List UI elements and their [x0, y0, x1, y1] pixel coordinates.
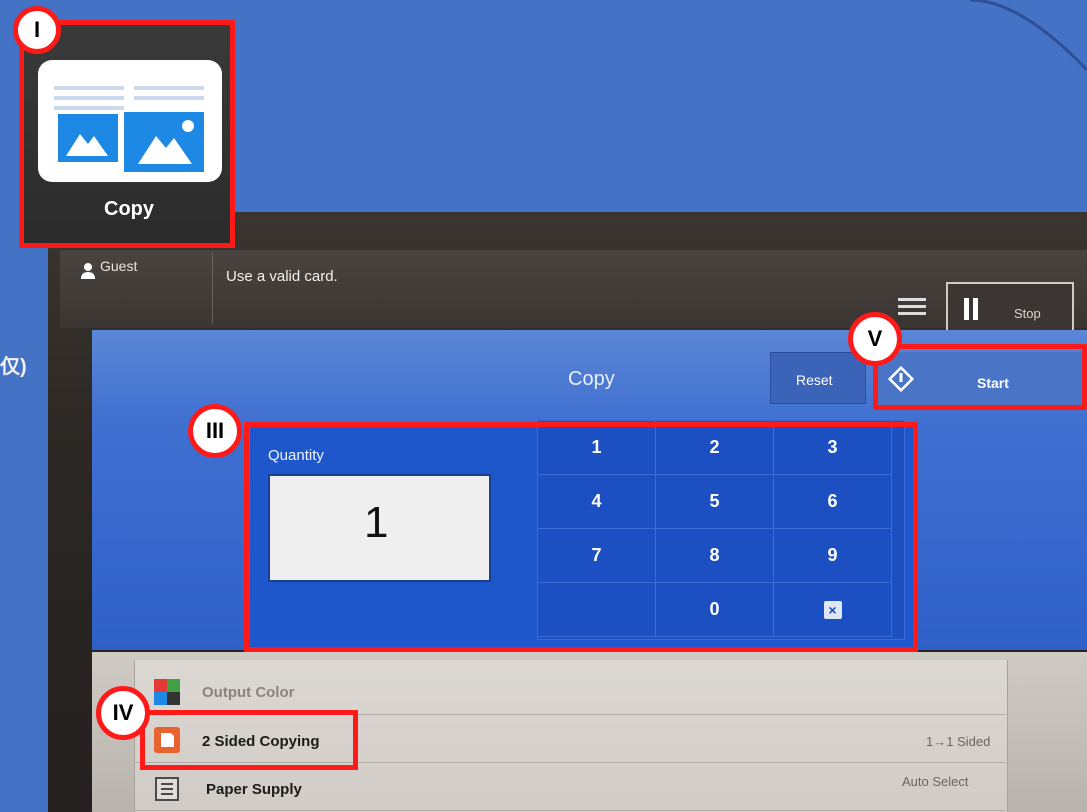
annotation-badge-I: I [13, 6, 61, 54]
user-label: Guest [100, 258, 138, 274]
annotation-badge-IV: IV [96, 686, 150, 740]
annotation-box-IV [140, 710, 358, 770]
reset-label: Reset [796, 372, 833, 388]
annotation-badge-III: III [188, 404, 242, 458]
annotation-badge-V: V [848, 312, 902, 366]
banner-curve [969, 0, 1087, 72]
output-color-label: Output Color [202, 684, 295, 701]
annotation-box-I [19, 20, 235, 248]
page-title: Copy [568, 368, 615, 390]
annotation-box-III [244, 422, 918, 652]
side-text-fragment: 仅) [0, 356, 27, 378]
color-palette-icon [154, 679, 180, 705]
annotation-box-V [873, 344, 1087, 410]
user-icon [81, 263, 95, 279]
menu-icon[interactable] [898, 298, 926, 320]
pause-icon [964, 298, 978, 320]
two-sided-value: 1→1 Sided [926, 734, 991, 749]
status-message: Use a valid card. [226, 268, 338, 285]
paper-tray-icon [155, 777, 179, 801]
paper-supply-value: Auto Select [902, 774, 969, 789]
status-bar [60, 250, 1087, 328]
paper-supply-label: Paper Supply [206, 781, 302, 798]
slide-canvas: 仅) Guest Use a valid card. Stop Copy Res… [0, 0, 1087, 812]
stop-label: Stop [1014, 306, 1041, 321]
